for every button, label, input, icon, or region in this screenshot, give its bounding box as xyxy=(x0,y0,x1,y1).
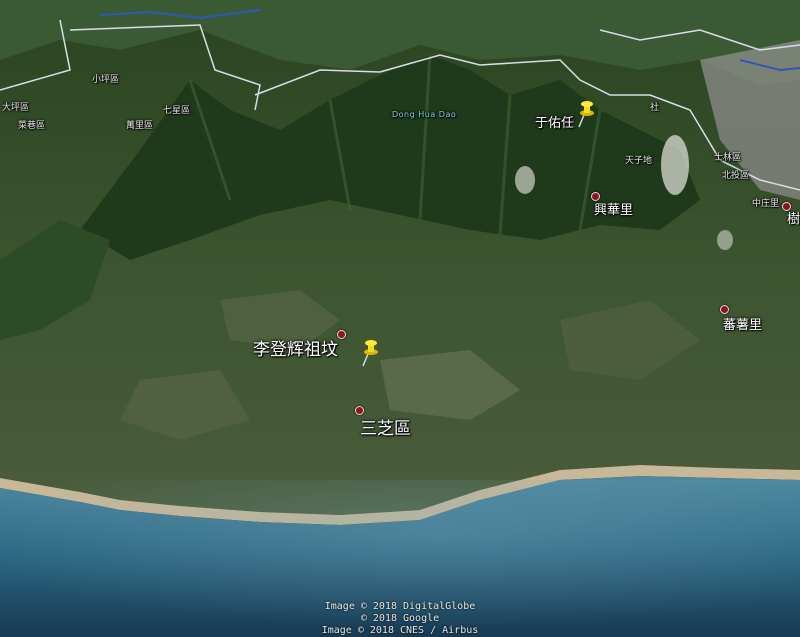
placemark-xinghua[interactable]: 興華里 xyxy=(594,199,633,218)
placemark-dot[interactable] xyxy=(720,305,729,314)
placemark-fanshu[interactable]: 蕃薯里 xyxy=(723,314,762,333)
placemark-lee-tomb[interactable]: 李登辉祖坟 xyxy=(253,335,338,360)
imagery-attribution: Image © 2018 DigitalGlobe © 2018 Google … xyxy=(0,601,800,637)
yellow-pushpin-icon[interactable] xyxy=(357,338,381,368)
placemark-sanzhi[interactable]: 三芝區 xyxy=(360,414,411,439)
attribution-line: Image © 2018 DigitalGlobe xyxy=(324,601,476,612)
place-label-zhongzhuang: 中庄里 xyxy=(752,199,780,209)
map-view[interactable]: 小坪區 菜巷區 萬里區 七星區 大坪區 Dong Hua Dao 社 天子地 士… xyxy=(0,0,800,637)
place-label-tianzi: 天子地 xyxy=(625,156,653,166)
place-label: 萬里區 xyxy=(126,121,154,131)
place-label: 七星區 xyxy=(163,106,191,116)
place-label: 菜巷區 xyxy=(18,121,46,131)
satellite-terrain xyxy=(0,0,800,637)
water-label: Dong Hua Dao xyxy=(392,110,457,119)
attribution-line: Image © 2018 CNES / Airbus xyxy=(321,625,479,636)
yellow-pushpin-icon[interactable] xyxy=(573,99,597,129)
place-label: 大坪區 xyxy=(2,103,30,113)
attribution-line: © 2018 Google xyxy=(360,613,440,624)
place-label: 小坪區 xyxy=(92,75,120,85)
place-label-beitou: 北投區 xyxy=(722,171,750,181)
placemark-dot[interactable] xyxy=(337,330,346,339)
placemark-yu-you-ren[interactable]: 于佑任 xyxy=(535,112,574,131)
placemark-dot[interactable] xyxy=(782,202,791,211)
place-label-shilin: 士林區 xyxy=(714,153,742,163)
place-label: 社 xyxy=(650,103,660,113)
place-label-shu: 樹 xyxy=(787,212,800,227)
